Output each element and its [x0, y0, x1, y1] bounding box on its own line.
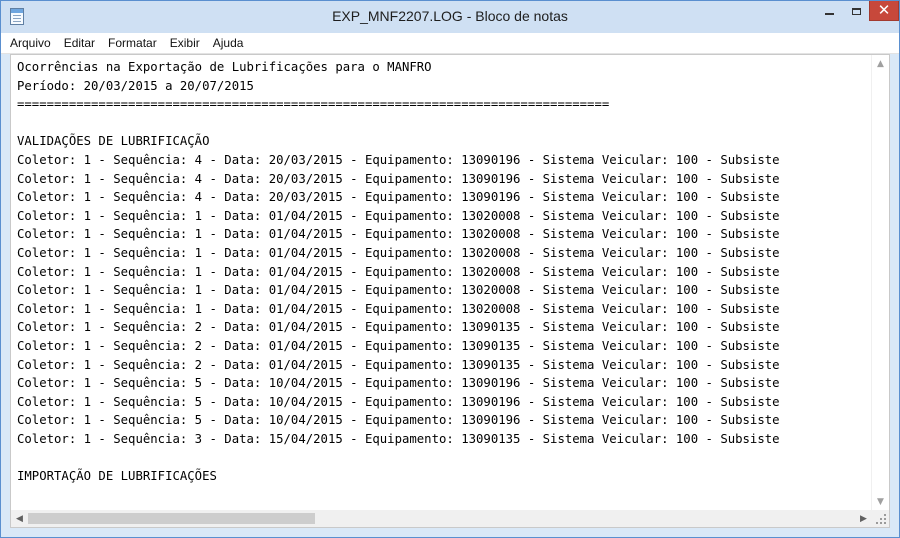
menu-editar[interactable]: Editar	[57, 33, 101, 53]
text-line: Coletor: 1 - Sequência: 4 - Data: 20/03/…	[17, 190, 780, 205]
minimize-icon	[825, 13, 834, 15]
text-line: Coletor: 1 - Sequência: 4 - Data: 20/03/…	[17, 152, 780, 167]
text-line: IMPORTAÇÃO DE LUBRIFICAÇÕES	[17, 469, 217, 484]
menu-bar: Arquivo Editar Formatar Exibir Ajuda	[1, 33, 899, 54]
maximize-icon	[851, 7, 861, 15]
text-line	[17, 114, 869, 133]
horizontal-scrollbar[interactable]: ◀ ▶	[11, 510, 872, 527]
scroll-up-icon[interactable]: ▲	[872, 55, 889, 72]
menu-formatar[interactable]: Formatar	[101, 33, 163, 53]
close-icon: ✕	[877, 1, 891, 19]
text-line: Coletor: 1 - Sequência: 4 - Data: 20/03/…	[17, 171, 780, 186]
text-line: Coletor: 1 - Sequência: 2 - Data: 01/04/…	[17, 357, 780, 372]
resize-grip-icon[interactable]	[872, 510, 889, 527]
scroll-left-icon[interactable]: ◀	[11, 510, 28, 527]
text-line: Coletor: 1 - Sequência: 1 - Data: 01/04/…	[17, 301, 780, 316]
text-line: Coletor: 1 - Sequência: 3 - Data: 15/04/…	[17, 431, 780, 446]
vertical-scrollbar[interactable]: ▲ ▼	[871, 55, 889, 510]
close-button[interactable]: ✕	[869, 1, 899, 21]
scroll-down-icon[interactable]: ▼	[872, 493, 889, 510]
text-line: Coletor: 1 - Sequência: 2 - Data: 01/04/…	[17, 338, 780, 353]
document-text[interactable]: Ocorrências na Exportação de Lubrificaçõ…	[17, 58, 869, 508]
window-title: EXP_MNF2207.LOG - Bloco de notas	[332, 8, 568, 24]
menu-ajuda[interactable]: Ajuda	[206, 33, 250, 53]
text-line: Período: 20/03/2015 a 20/07/2015	[17, 78, 254, 93]
menu-exibir[interactable]: Exibir	[163, 33, 206, 53]
text-editor[interactable]: Ocorrências na Exportação de Lubrificaçõ…	[10, 54, 890, 528]
horizontal-scroll-thumb[interactable]	[28, 513, 315, 524]
text-line: Coletor: 1 - Sequência: 5 - Data: 10/04/…	[17, 413, 780, 428]
text-line: Coletor: 1 - Sequência: 1 - Data: 01/04/…	[17, 208, 780, 223]
text-line: Coletor: 1 - Sequência: 1 - Data: 01/04/…	[17, 227, 780, 242]
text-line: Coletor: 1 - Sequência: 1 - Data: 01/04/…	[17, 283, 780, 298]
minimize-button[interactable]	[816, 1, 843, 21]
text-line: Ocorrências na Exportação de Lubrificaçõ…	[17, 60, 432, 74]
text-line: Coletor: 1 - Sequência: 1 - Data: 01/04/…	[17, 245, 780, 260]
text-line	[17, 448, 869, 467]
title-bar[interactable]: EXP_MNF2207.LOG - Bloco de notas ✕	[1, 1, 899, 33]
notepad-window: EXP_MNF2207.LOG - Bloco de notas ✕ Arqui…	[0, 0, 900, 538]
text-line: Coletor: 1 - Sequência: 5 - Data: 10/04/…	[17, 394, 780, 409]
text-line: Coletor: 1 - Sequência: 5 - Data: 10/04/…	[17, 376, 780, 391]
menu-arquivo[interactable]: Arquivo	[1, 33, 57, 53]
text-line: VALIDAÇÕES DE LUBRIFICAÇÃO	[17, 134, 210, 149]
text-line: Coletor: 1 - Sequência: 2 - Data: 01/04/…	[17, 320, 780, 335]
maximize-button[interactable]	[843, 1, 869, 21]
text-line: ========================================…	[17, 97, 610, 112]
text-line: Coletor: 1 - Sequência: 1 - Data: 01/04/…	[17, 264, 780, 279]
scroll-right-icon[interactable]: ▶	[855, 510, 872, 527]
